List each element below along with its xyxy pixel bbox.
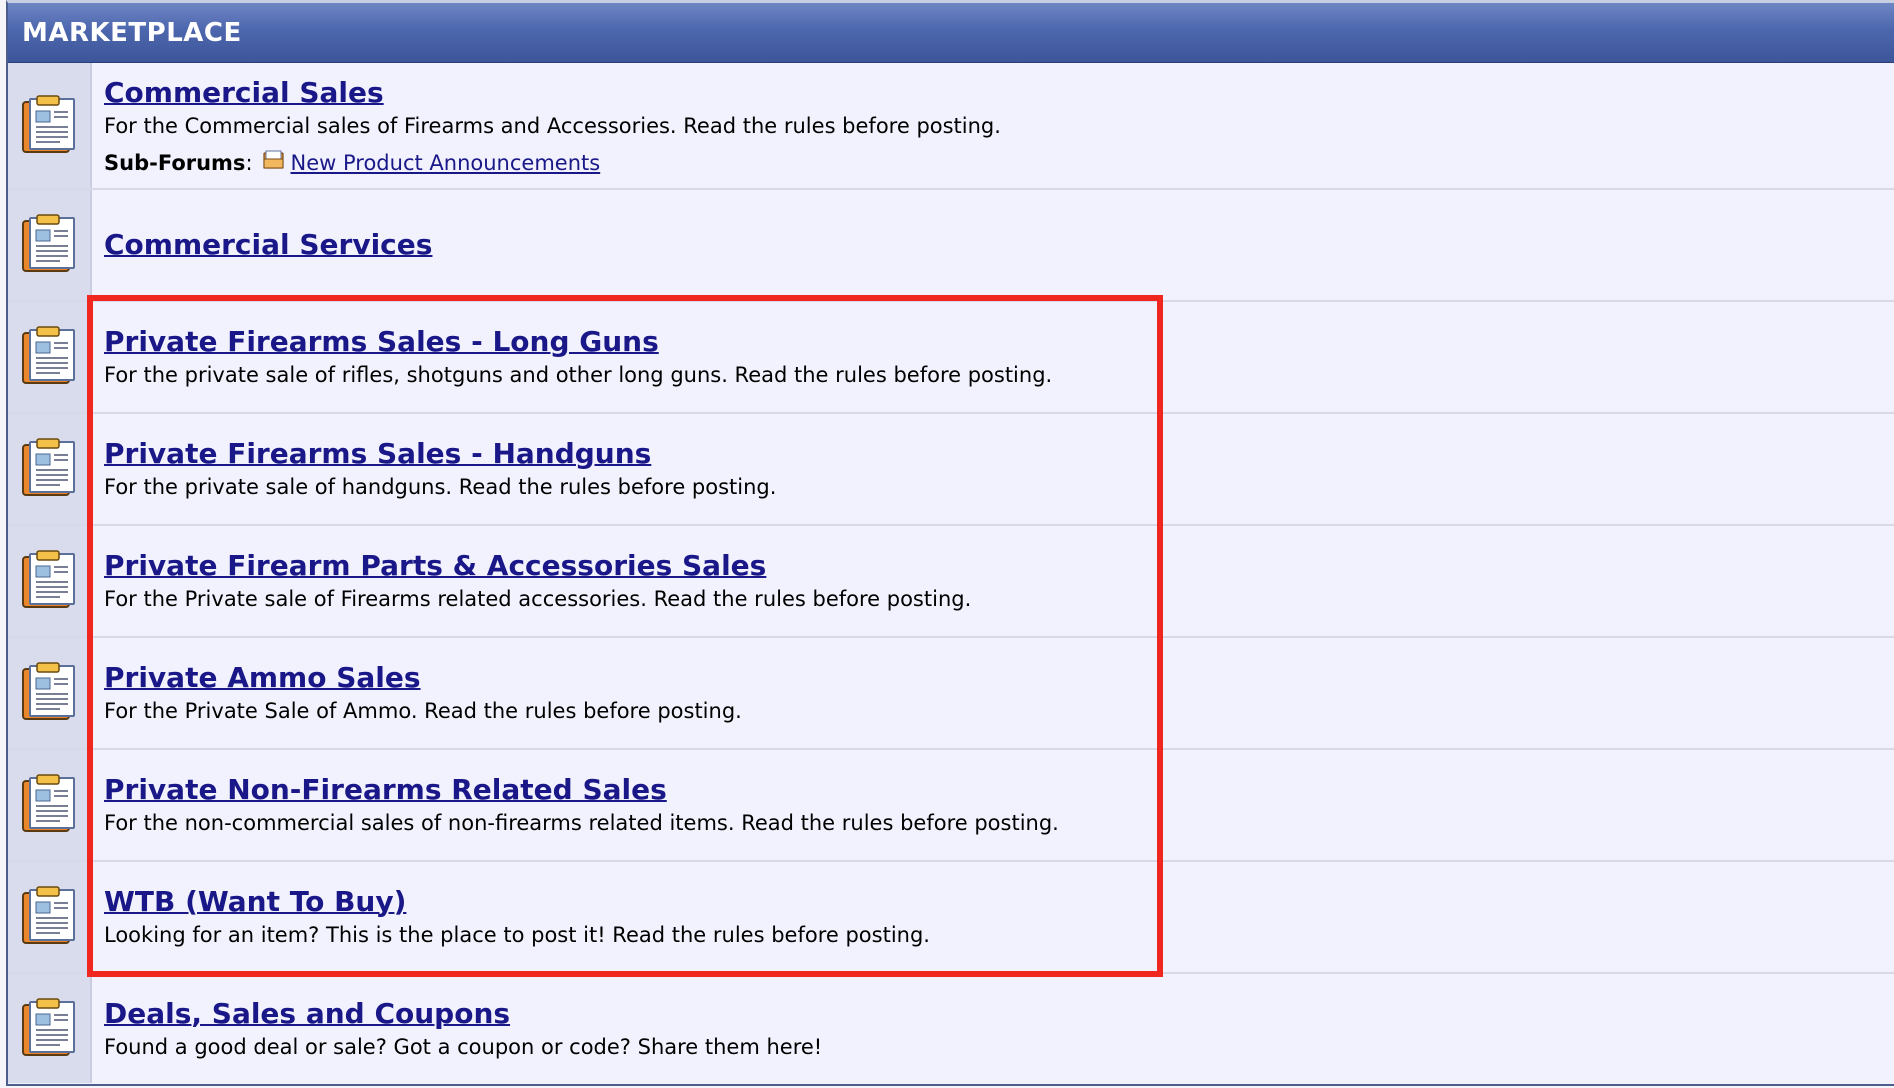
forum-icon-cell bbox=[8, 750, 92, 860]
forum-title-link[interactable]: Private Ammo Sales bbox=[104, 661, 421, 695]
forum-clipboard-icon bbox=[20, 94, 78, 157]
forum-description: For the private sale of handguns. Read t… bbox=[104, 475, 777, 499]
forum-info-cell: Private Ammo Sales For the Private Sale … bbox=[92, 638, 1894, 748]
forum-icon-cell bbox=[8, 414, 92, 524]
forum-info-cell: Private Firearms Sales - Handguns For th… bbox=[92, 414, 1894, 524]
forum-title-link[interactable]: Deals, Sales and Coupons bbox=[104, 997, 510, 1031]
subforums-list: Sub-Forums: New Product Announcements bbox=[104, 150, 1894, 176]
forum-clipboard-icon bbox=[20, 214, 78, 276]
forum-info-cell: Private Non-Firearms Related Sales For t… bbox=[92, 750, 1894, 860]
forum-row-wtb: WTB (Want To Buy) Looking for an item? T… bbox=[8, 860, 1894, 972]
forum-row-deals-coupons: Deals, Sales and Coupons Found a good de… bbox=[8, 972, 1894, 1083]
forum-icon-cell bbox=[8, 190, 92, 300]
forum-description: Found a good deal or sale? Got a coupon … bbox=[104, 1034, 823, 1059]
forum-row-private-non-firearms: Private Non-Firearms Related Sales For t… bbox=[8, 748, 1894, 860]
forum-icon-cell bbox=[8, 638, 92, 748]
forum-clipboard-icon bbox=[20, 997, 78, 1060]
forum-clipboard-icon bbox=[20, 326, 78, 388]
forum-row-commercial-services: Commercial Services bbox=[8, 188, 1894, 300]
forum-row-private-parts-accessories: Private Firearm Parts & Accessories Sale… bbox=[8, 524, 1894, 636]
forum-info-cell: Deals, Sales and Coupons Found a good de… bbox=[92, 974, 1894, 1083]
forum-icon-cell bbox=[8, 63, 92, 188]
forum-page: MARKETPLACE Commercial Sales For the Com… bbox=[0, 0, 1894, 1088]
subforum-link-new-product-announcements[interactable]: New Product Announcements bbox=[291, 150, 601, 176]
forum-icon-cell bbox=[8, 526, 92, 636]
forum-row-private-ammo: Private Ammo Sales For the Private Sale … bbox=[8, 636, 1894, 748]
forum-row-private-firearms-handguns: Private Firearms Sales - Handguns For th… bbox=[8, 412, 1894, 524]
forum-description: For the non-commercial sales of non-fire… bbox=[104, 811, 1059, 835]
subforum-folder-icon bbox=[262, 150, 285, 176]
category-title: MARKETPLACE bbox=[22, 17, 242, 48]
forum-info-cell: Private Firearms Sales - Long Guns For t… bbox=[92, 302, 1894, 412]
forum-row-commercial-sales: Commercial Sales For the Commercial sale… bbox=[8, 63, 1894, 188]
forum-icon-cell bbox=[8, 302, 92, 412]
subforums-separator: : bbox=[245, 150, 253, 175]
forum-title-link[interactable]: WTB (Want To Buy) bbox=[104, 885, 406, 919]
forum-title-link[interactable]: Private Non-Firearms Related Sales bbox=[104, 773, 667, 807]
category-header[interactable]: MARKETPLACE bbox=[8, 3, 1894, 63]
forum-icon-cell bbox=[8, 974, 92, 1083]
forum-info-cell: Commercial Services bbox=[92, 190, 1894, 300]
forum-description: For the Private sale of Firearms related… bbox=[104, 587, 972, 611]
forum-title-link[interactable]: Private Firearms Sales - Handguns bbox=[104, 437, 651, 471]
subforums-label: Sub-Forums bbox=[104, 150, 246, 175]
forum-info-cell: WTB (Want To Buy) Looking for an item? T… bbox=[92, 862, 1894, 972]
forum-info-cell: Private Firearm Parts & Accessories Sale… bbox=[92, 526, 1894, 636]
forum-title-link[interactable]: Commercial Services bbox=[104, 228, 432, 262]
forum-clipboard-icon bbox=[20, 774, 78, 836]
forum-info-cell: Commercial Sales For the Commercial sale… bbox=[92, 63, 1894, 188]
forum-clipboard-icon bbox=[20, 886, 78, 948]
forum-description: For the Commercial sales of Firearms and… bbox=[104, 113, 1001, 138]
marketplace-forum-table: MARKETPLACE Commercial Sales For the Com… bbox=[6, 0, 1894, 1086]
forum-title-link[interactable]: Private Firearm Parts & Accessories Sale… bbox=[104, 549, 766, 583]
forum-clipboard-icon bbox=[20, 438, 78, 500]
forum-row-private-firearms-long-guns: Private Firearms Sales - Long Guns For t… bbox=[8, 300, 1894, 412]
forum-description: For the private sale of rifles, shotguns… bbox=[104, 363, 1053, 387]
forum-clipboard-icon bbox=[20, 550, 78, 612]
forum-title-link[interactable]: Private Firearms Sales - Long Guns bbox=[104, 325, 659, 359]
forum-description: Looking for an item? This is the place t… bbox=[104, 923, 930, 947]
forum-clipboard-icon bbox=[20, 662, 78, 724]
forum-description: For the Private Sale of Ammo. Read the r… bbox=[104, 699, 742, 723]
forum-title-link[interactable]: Commercial Sales bbox=[104, 76, 384, 110]
forum-icon-cell bbox=[8, 862, 92, 972]
